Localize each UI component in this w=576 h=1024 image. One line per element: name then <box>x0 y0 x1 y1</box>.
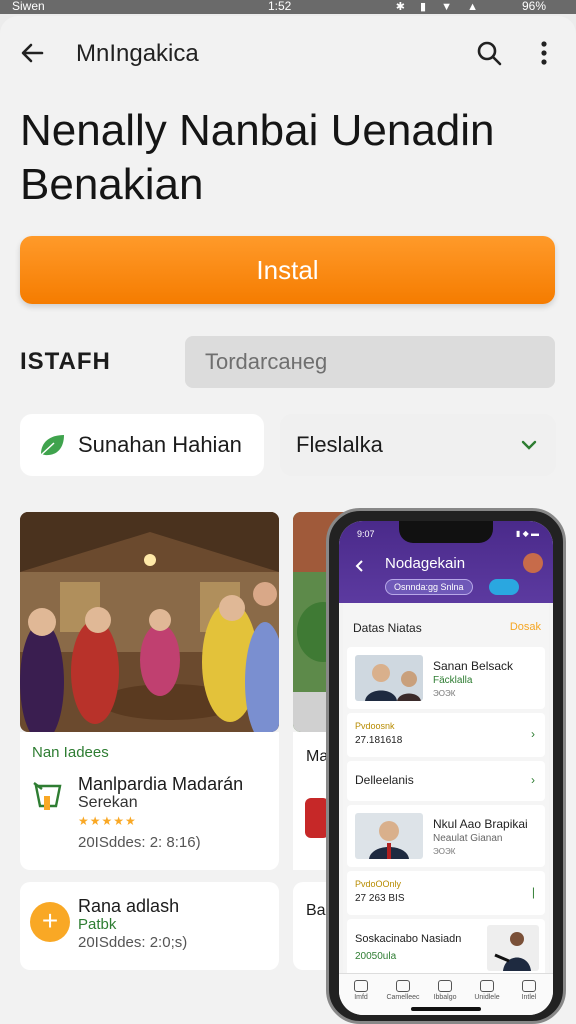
nav-item-4[interactable]: Unidlele <box>469 980 505 1001</box>
phone-title: Nodagekain <box>385 555 466 572</box>
chat-icon <box>396 980 410 992</box>
nav-item-home[interactable]: Imfd <box>343 980 379 1001</box>
phone-row-value: 27.181618 <box>355 735 403 746</box>
phone-status-icons: ▮ ◆ ▬ <box>516 529 539 538</box>
phone-section-link[interactable]: Dosak <box>510 621 541 633</box>
phone-item-name: Nkul Aao Brapikai <box>433 817 528 831</box>
side-card-label: Ba <box>306 902 326 919</box>
back-arrow-icon[interactable] <box>16 36 50 70</box>
top-app-bar: MnIngakica <box>0 16 576 86</box>
chevron-down-icon <box>518 434 540 456</box>
chip-label: Sunahan Hahian <box>78 432 242 457</box>
phone-list-row[interactable]: PvdoOOnly 27 263 BIS | <box>347 871 545 915</box>
phone-item-sub: 20050ula <box>355 951 397 962</box>
signal-icons: ✱ ▮ ▼ ▲ <box>395 1 484 13</box>
filter-select[interactable]: Fleslalka <box>280 414 556 476</box>
chevron-right-icon: › <box>531 727 535 741</box>
search-icon[interactable] <box>472 36 506 70</box>
select-value: Fleslalka <box>296 432 383 457</box>
phone-mockup: 9:07 ▮ ◆ ▬ Nodagekain Osnnda:gg Snlna Da… <box>326 508 566 1024</box>
section-label: ISTAFH <box>20 348 111 375</box>
card-tag: Nan Iadees <box>32 744 109 761</box>
nav-label: Imfd <box>354 994 368 1001</box>
avatar[interactable] <box>523 553 543 573</box>
nav-label: Ibbalgo <box>433 994 457 1001</box>
phone-list-item[interactable]: Sanan Belsack Fäcklalla ЭОЭК <box>347 647 545 709</box>
phone-section-title: Datas Niatas <box>353 621 422 635</box>
star-rating: ★★★★★ <box>78 814 137 828</box>
page-headline: Nenally Nanbai Uenadin Benakian <box>20 106 495 209</box>
phone-list-item[interactable]: Soskacinabo Nasiadn 20050ula <box>347 919 545 977</box>
home-icon <box>354 980 368 992</box>
chevron-right-icon: › <box>531 773 535 787</box>
card-photo[interactable] <box>20 512 279 732</box>
phone-row-value: 27 263 BIS <box>355 893 405 904</box>
more-vert-icon[interactable] <box>530 36 558 70</box>
side-card-label: Ma <box>306 748 329 765</box>
clock: 1:52 <box>268 0 292 13</box>
message-icon <box>480 980 494 992</box>
bell-icon <box>438 980 452 992</box>
plus-icon[interactable]: + <box>30 902 70 942</box>
back-chevron-icon[interactable] <box>353 559 367 573</box>
app-meta: 20ISddes: 2: 8:16) <box>78 834 201 851</box>
phone-item-sub: Neaulat Gianan <box>433 833 503 844</box>
nav-item-5[interactable]: Intlel <box>511 980 547 1001</box>
nav-item-2[interactable]: Camelleec <box>385 980 421 1001</box>
nav-label: Unidlele <box>474 994 500 1001</box>
phone-pill[interactable]: Osnnda:gg Snlna <box>385 579 473 595</box>
phone-row-label: PvdoOOnly <box>355 879 402 889</box>
phone-item-name: Sanan Belsack <box>433 659 514 673</box>
text-field[interactable] <box>185 336 555 388</box>
app-title: MnIngakica <box>76 40 199 67</box>
app-card-secondary[interactable]: + Rana adlash Patbk 20ISddes: 2:0;s) <box>20 882 279 970</box>
phone-notch <box>399 521 493 543</box>
leaf-icon <box>38 432 66 458</box>
nav-label: Intlel <box>521 994 537 1001</box>
phone-content: Datas Niatas Dosak Sanan Belsack Fäcklal… <box>343 603 549 983</box>
battery-level: 96% <box>521 0 546 13</box>
profile-icon <box>522 980 536 992</box>
phone-clock: 9:07 <box>357 529 375 539</box>
person-thumbnail <box>355 813 423 859</box>
phone-item-sub2: ЭОЭК <box>433 689 456 698</box>
phone-screen: 9:07 ▮ ◆ ▬ Nodagekain Osnnda:gg Snlna Da… <box>339 521 553 1015</box>
status-bar: Siwen 1:52 ✱ ▮ ▼ ▲ 96% <box>0 0 576 14</box>
app-subtitle: Patbk <box>78 916 117 933</box>
person-thumbnail <box>487 925 539 971</box>
phone-item-sub2: ЭОЭК <box>433 847 456 856</box>
phone-list-row[interactable]: Pvdoosnk 27.181618 › <box>347 713 545 757</box>
phone-item-sub: Fäcklalla <box>433 675 473 686</box>
phone-item-name: Soskacinabo Nasiadn <box>355 933 462 945</box>
app-icon <box>32 780 66 814</box>
carrier-label: Siwen <box>12 0 45 13</box>
app-name: Manlpardia Madarán <box>78 774 244 794</box>
nav-item-3[interactable]: Ibbalgo <box>427 980 463 1001</box>
nav-label: Camelleec <box>386 994 420 1001</box>
phone-list-row[interactable]: Delleelanis › <box>347 761 545 801</box>
person-thumbnail <box>355 655 423 701</box>
phone-row-label: Delleelanis <box>355 773 414 787</box>
app-name: Rana adlash <box>78 896 180 916</box>
install-button[interactable]: Instal <box>20 236 555 304</box>
phone-list-item[interactable]: Nkul Aao Brapikai Neaulat Gianan ЭОЭК <box>347 805 545 867</box>
chevron-right-icon: | <box>531 885 535 899</box>
app-card[interactable]: Nan Iadees Manlpardia Madarán Serekan ★★… <box>20 732 279 870</box>
phone-row-label: Pvdoosnk <box>355 721 395 731</box>
phone-pill-secondary[interactable] <box>489 579 519 595</box>
category-chip[interactable]: Sunahan Hahian <box>20 414 264 476</box>
app-subtitle: Serekan <box>78 794 138 811</box>
home-indicator <box>411 1007 481 1011</box>
app-meta: 20ISddes: 2:0;s) <box>78 934 188 951</box>
